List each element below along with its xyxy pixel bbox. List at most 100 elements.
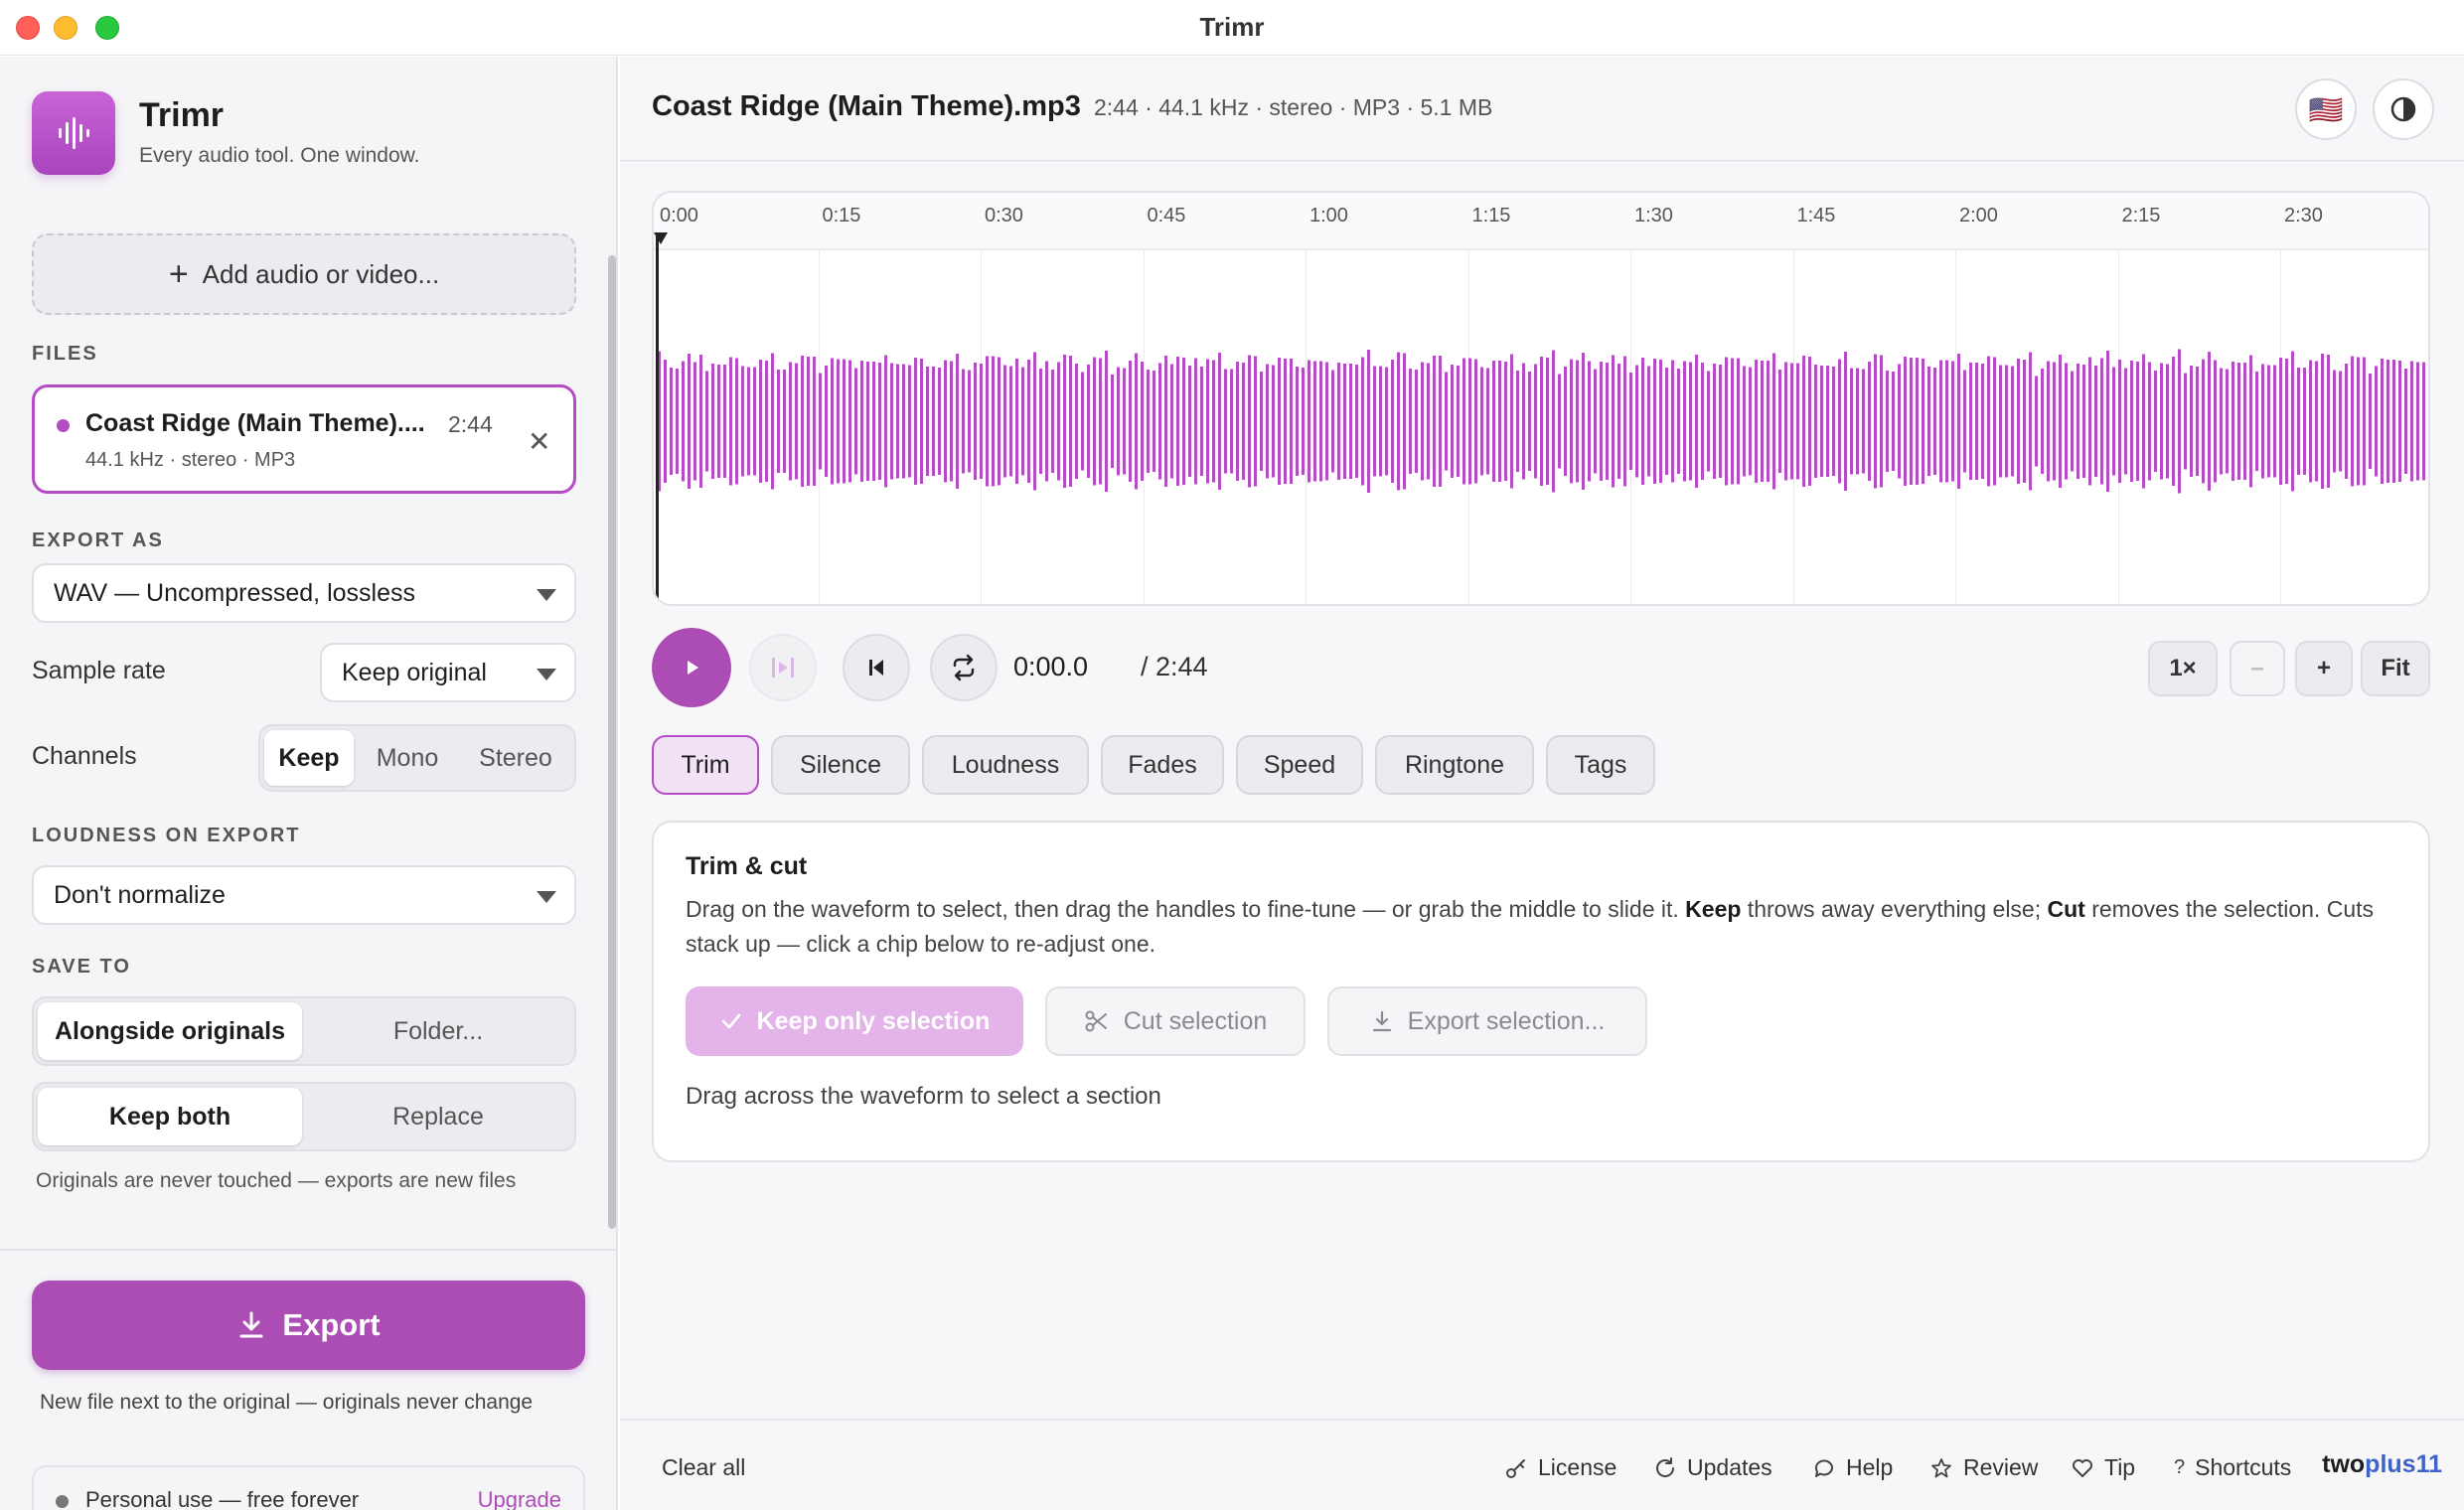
waveform-bar	[1933, 368, 1936, 475]
waveform-bar	[2339, 371, 2342, 472]
waveform[interactable]	[654, 250, 2430, 606]
save-note: Originals are never touched — exports ar…	[36, 1169, 517, 1192]
waveform-bar	[1570, 359, 1573, 484]
tab-tags[interactable]: Tags	[1546, 735, 1655, 795]
waveform-bar	[1343, 364, 1346, 479]
channels-option-mono[interactable]: Mono	[358, 730, 457, 786]
waveform-bar	[1635, 365, 1638, 478]
waveform-bar	[1278, 358, 1281, 485]
waveform-bar	[1641, 358, 1644, 485]
sidebar-scrollbar[interactable]	[608, 255, 616, 1229]
help-link[interactable]: Help	[1812, 1454, 1893, 1481]
waveform-bar	[1927, 367, 1930, 476]
tip-link[interactable]: Tip	[2071, 1454, 2135, 1481]
current-file-title: Coast Ridge (Main Theme).mp3	[652, 90, 1081, 122]
tab-speed[interactable]: Speed	[1236, 735, 1363, 795]
language-button[interactable]: 🇺🇸	[2295, 78, 2357, 140]
waveform-bar	[2154, 371, 2157, 472]
waveform-bar	[1176, 357, 1179, 486]
tab-ringtone[interactable]: Ringtone	[1375, 735, 1534, 795]
review-link[interactable]: Review	[1929, 1454, 2038, 1481]
help-link-label: Help	[1846, 1454, 1894, 1480]
cut-selection-button[interactable]: Cut selection	[1045, 986, 1306, 1056]
waveform-bar	[1379, 366, 1382, 477]
waveform-bar	[1868, 362, 1871, 481]
tab-trim[interactable]: Trim	[652, 735, 759, 795]
export-selection-button[interactable]: Export selection...	[1327, 986, 1647, 1056]
waveform-bar	[2309, 360, 2312, 483]
waveform-bar	[914, 358, 917, 485]
waveform-bar	[1045, 361, 1048, 482]
waveform-bar	[1373, 366, 1376, 477]
keep-selection-button[interactable]: Keep only selection	[686, 986, 1023, 1056]
channels-option-keep[interactable]: Keep	[264, 730, 354, 786]
waveform-bar	[884, 355, 887, 488]
playhead[interactable]	[656, 232, 659, 604]
waveform-panel[interactable]: 0:00 0:15 0:30 0:45 1:00 1:15 1:30 1:45 2:00 2:15…	[652, 191, 2430, 606]
waveform-bar	[2178, 349, 2181, 494]
playback-speed-button[interactable]: 1×	[2148, 641, 2218, 696]
upgrade-link[interactable]: Upgrade	[478, 1487, 561, 1510]
waveform-bar	[2267, 365, 2270, 478]
waveform-bar	[2142, 354, 2145, 489]
sample-rate-select[interactable]: Keep original	[320, 643, 576, 702]
tab-silence[interactable]: Silence	[771, 735, 910, 795]
waveform-bar	[2011, 366, 2014, 477]
skip-to-start-button[interactable]	[843, 634, 910, 701]
waveform-bar	[926, 367, 929, 476]
export-button[interactable]: Export	[32, 1281, 585, 1370]
waveform-bar	[2315, 361, 2318, 482]
remove-file-icon[interactable]: ✕	[528, 425, 550, 458]
time-ruler[interactable]: 0:00 0:15 0:30 0:45 1:00 1:15 1:30 1:45 2:00 2:15…	[654, 193, 2428, 250]
waveform-bar	[747, 367, 750, 476]
waveform-bar	[2392, 360, 2395, 483]
waveform-bar	[1534, 364, 1537, 479]
play-button[interactable]	[652, 628, 731, 707]
zoom-out-button[interactable]: –	[2230, 641, 2285, 696]
tab-fades[interactable]: Fades	[1101, 735, 1224, 795]
waveform-bar	[1254, 356, 1257, 487]
channels-label: Channels	[32, 742, 137, 770]
clear-all-button[interactable]: Clear all	[662, 1454, 745, 1481]
add-audio-button[interactable]: + Add audio or video...	[32, 233, 576, 315]
waveform-bar	[998, 357, 1001, 486]
waveform-bar	[2148, 362, 2151, 481]
waveform-bar	[1397, 352, 1400, 491]
current-file-meta: 2:44 · 44.1 kHz · stereo · MP3 · 5.1 MB	[1094, 94, 1493, 120]
selection-hint: Drag across the waveform to select a sec…	[686, 1083, 1161, 1110]
loop-button[interactable]	[930, 634, 998, 701]
waveform-bar	[2220, 368, 2223, 475]
shortcuts-link[interactable]: ? Shortcuts	[2174, 1454, 2291, 1481]
waveform-bar	[2017, 359, 2020, 484]
file-item[interactable]: Coast Ridge (Main Theme).... 2:44 44.1 k…	[32, 384, 576, 494]
waveform-bar	[2118, 360, 2121, 483]
key-icon	[1506, 1458, 1525, 1478]
waveform-bar	[1367, 350, 1370, 493]
conflict-option-keep-both[interactable]: Keep both	[38, 1088, 302, 1145]
loudness-select[interactable]: Don't normalize	[32, 865, 576, 925]
ruler-tick-label: 2:15	[2121, 205, 2161, 226]
waveform-bar	[1349, 364, 1352, 479]
conflict-option-replace[interactable]: Replace	[306, 1088, 570, 1145]
waveform-bar	[1194, 358, 1197, 485]
license-link[interactable]: License	[1504, 1454, 1617, 1481]
chevron-down-icon	[537, 669, 556, 680]
zoom-fit-button[interactable]: Fit	[2361, 641, 2430, 696]
waveform-bar	[2345, 364, 2348, 479]
save-option-alongside[interactable]: Alongside originals	[38, 1002, 302, 1060]
theme-toggle-button[interactable]	[2373, 78, 2434, 140]
updates-link[interactable]: Updates	[1653, 1454, 1772, 1481]
waveform-bar	[2363, 357, 2366, 486]
waveform-bar	[2190, 366, 2193, 477]
waveform-bar	[1457, 366, 1460, 477]
waveform-bar	[1832, 367, 1835, 476]
play-selection-button[interactable]	[749, 634, 817, 701]
save-option-folder[interactable]: Folder...	[306, 1002, 570, 1060]
export-format-select[interactable]: WAV — Uncompressed, lossless	[32, 563, 576, 623]
waveform-bar	[1242, 363, 1245, 480]
zoom-in-button[interactable]: +	[2295, 641, 2353, 696]
brand-logo[interactable]: twoplus11	[2322, 1450, 2442, 1479]
tab-loudness[interactable]: Loudness	[922, 735, 1089, 795]
channels-option-stereo[interactable]: Stereo	[461, 730, 570, 786]
window-title: Trimr	[1199, 12, 1265, 42]
